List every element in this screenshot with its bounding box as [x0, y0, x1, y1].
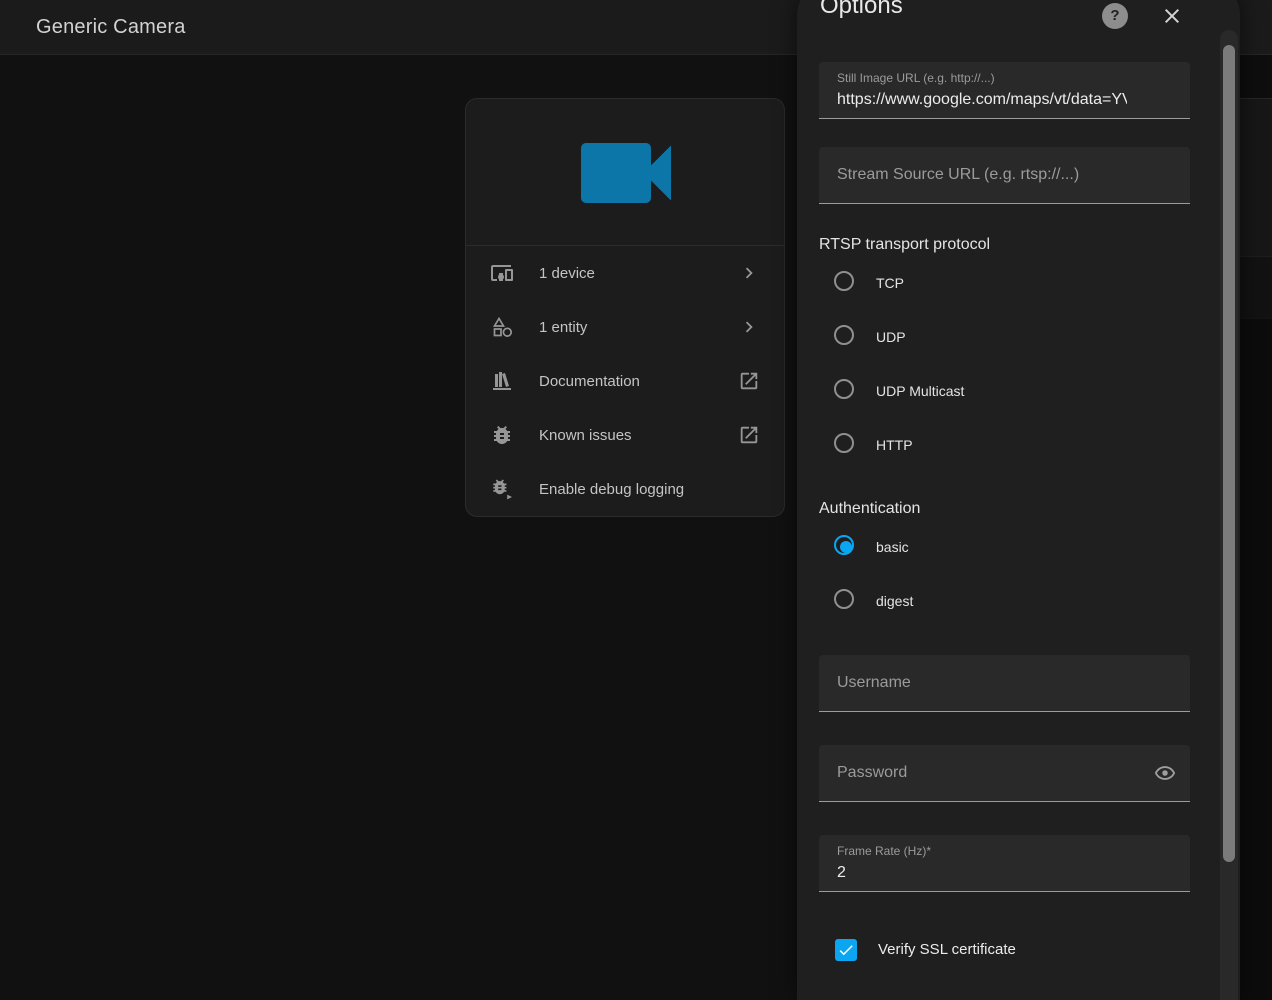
radio-label: UDP [876, 317, 906, 357]
chevron-right-icon [738, 262, 760, 284]
radio-basic[interactable]: basic [797, 527, 1177, 567]
username-input[interactable] [837, 655, 1127, 711]
card-row-label: Documentation [539, 373, 738, 390]
card-row-label: Known issues [539, 427, 738, 444]
card-row-label: 1 device [539, 265, 738, 282]
bookshelf-icon [490, 369, 514, 393]
bug-play-icon [490, 477, 514, 501]
close-icon[interactable] [1160, 4, 1184, 28]
radio-circle[interactable] [834, 433, 854, 453]
card-row-debug-logging[interactable]: Enable debug logging [466, 462, 784, 516]
radio-http[interactable]: HTTP [797, 425, 1177, 465]
verify-ssl-row[interactable]: Verify SSL certificate [797, 930, 1177, 970]
password-field[interactable] [819, 745, 1190, 802]
radio-udp-multicast[interactable]: UDP Multicast [797, 371, 1177, 411]
verify-ssl-label: Verify SSL certificate [878, 930, 1016, 970]
help-icon[interactable]: ? [1102, 3, 1128, 29]
integration-card: 1 device 1 entity Documentation Known is… [465, 98, 785, 517]
card-row-entities[interactable]: 1 entity [466, 300, 784, 354]
shapes-icon [490, 315, 514, 339]
card-row-documentation[interactable]: Documentation [466, 354, 784, 408]
card-row-label: Enable debug logging [539, 481, 760, 498]
frame-rate-input[interactable] [837, 861, 1127, 885]
radio-circle[interactable] [834, 271, 854, 291]
auth-section-label: Authentication [819, 500, 920, 518]
page-title: Generic Camera [36, 0, 186, 55]
radio-circle[interactable] [834, 379, 854, 399]
options-dialog: Options ? Still Image URL (e.g. http://.… [797, 0, 1240, 1000]
radio-tcp[interactable]: TCP [797, 263, 1177, 303]
dialog-scrollbar-thumb[interactable] [1223, 45, 1235, 862]
external-link-icon [738, 424, 760, 446]
external-link-icon [738, 370, 760, 392]
dialog-title: Options [820, 0, 903, 20]
dialog-scrollbar-track[interactable] [1220, 30, 1238, 1000]
frame-rate-field[interactable]: Frame Rate (Hz)* [819, 835, 1190, 892]
still-image-url-field[interactable]: Still Image URL (e.g. http://...) [819, 62, 1190, 119]
field-label: Frame Rate (Hz)* [837, 844, 931, 858]
username-field[interactable] [819, 655, 1190, 712]
integration-card-hero [466, 99, 784, 246]
card-row-known-issues[interactable]: Known issues [466, 408, 784, 462]
radio-udp[interactable]: UDP [797, 317, 1177, 357]
still-image-url-input[interactable] [837, 88, 1127, 112]
radio-label: digest [876, 581, 913, 621]
video-camera-icon [566, 113, 686, 233]
field-label: Still Image URL (e.g. http://...) [837, 71, 995, 85]
devices-icon [490, 261, 514, 285]
card-row-label: 1 entity [539, 319, 738, 336]
radio-label: basic [876, 527, 909, 567]
stream-source-url-field[interactable] [819, 147, 1190, 204]
radio-circle[interactable] [834, 589, 854, 609]
bug-icon [490, 423, 514, 447]
chevron-right-icon [738, 316, 760, 338]
stream-source-url-input[interactable] [837, 147, 1127, 203]
radio-circle[interactable] [834, 325, 854, 345]
password-input[interactable] [837, 745, 1127, 801]
radio-label: HTTP [876, 425, 913, 465]
radio-label: TCP [876, 263, 904, 303]
checkbox-checked-icon[interactable] [835, 939, 857, 961]
radio-label: UDP Multicast [876, 371, 964, 411]
radio-circle-selected[interactable] [834, 535, 854, 555]
show-password-eye-icon[interactable] [1154, 762, 1176, 784]
card-row-devices[interactable]: 1 device [466, 246, 784, 300]
rtsp-section-label: RTSP transport protocol [819, 236, 990, 254]
radio-digest[interactable]: digest [797, 581, 1177, 621]
